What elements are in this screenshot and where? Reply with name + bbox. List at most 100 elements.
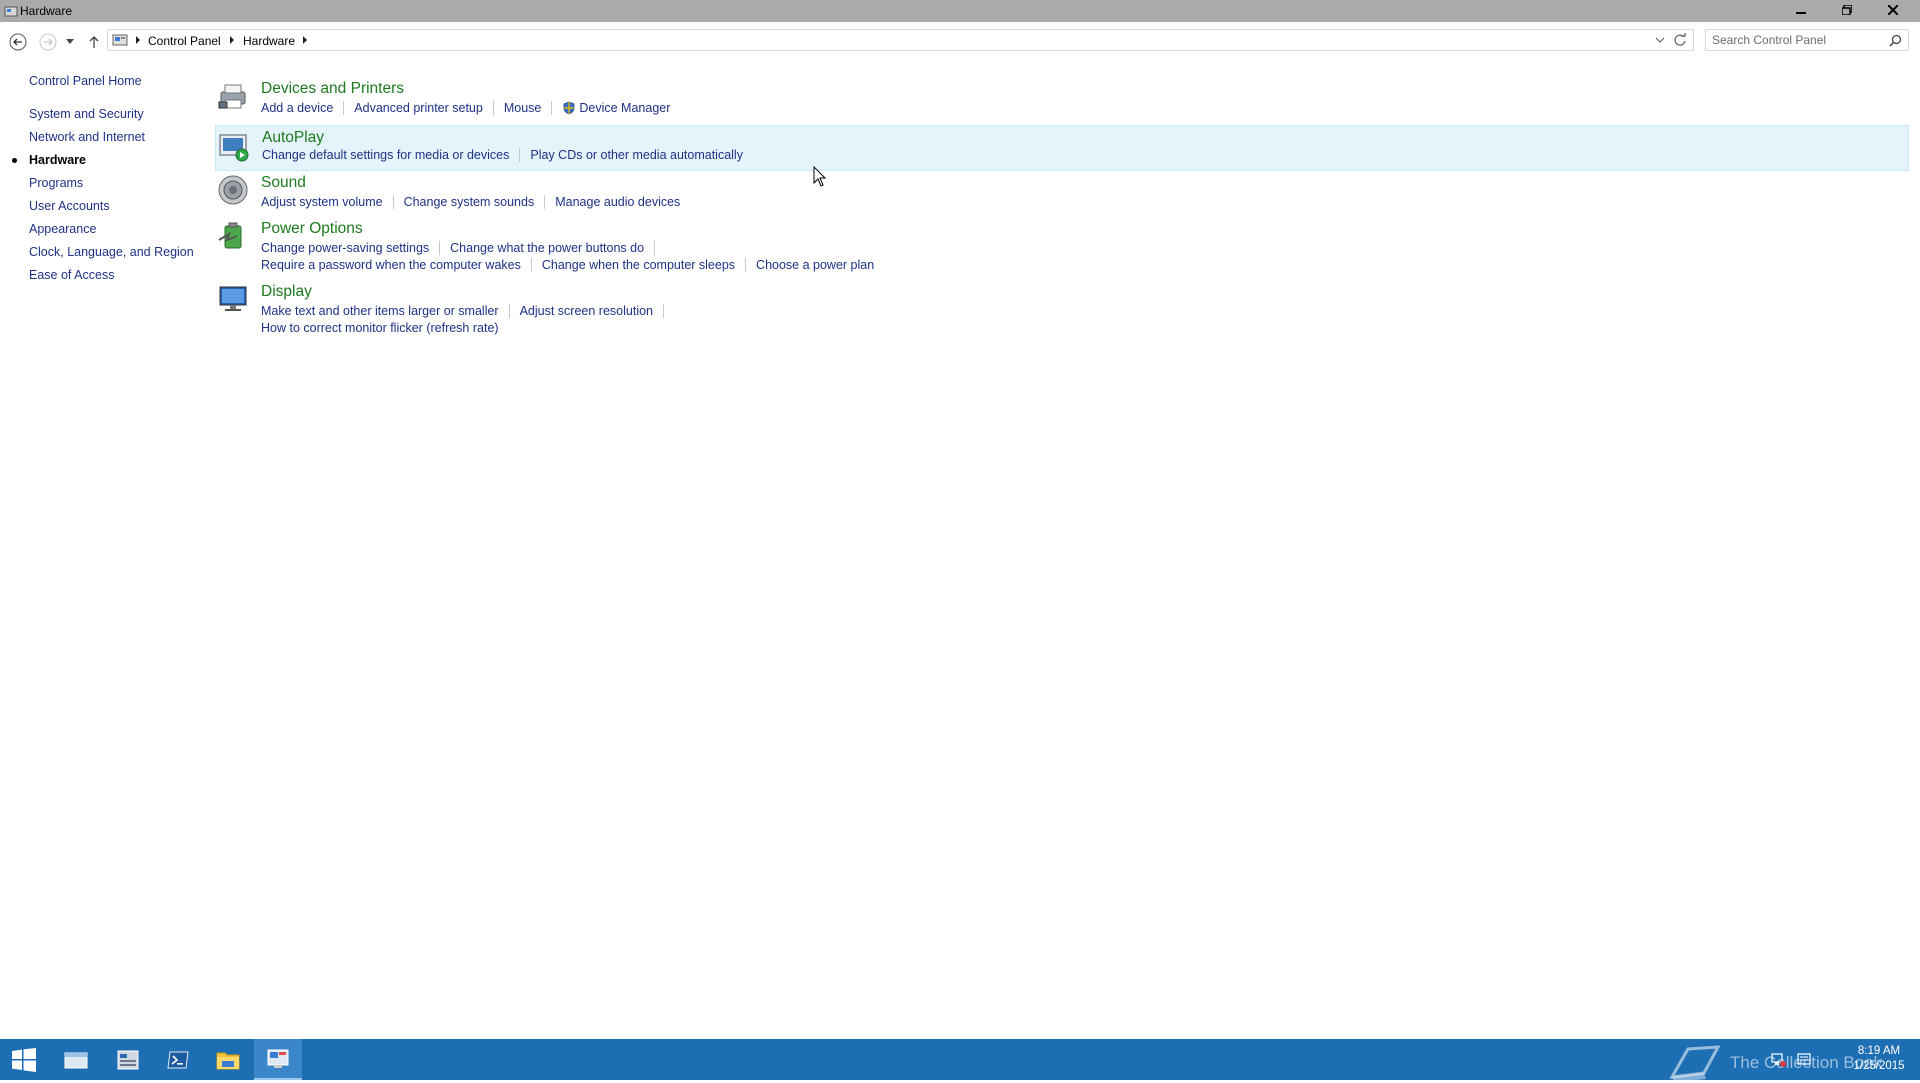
start-button[interactable]	[0, 1039, 48, 1080]
link-advanced-printer-setup[interactable]: Advanced printer setup	[354, 101, 483, 115]
restore-button[interactable]	[1824, 0, 1870, 20]
address-bar[interactable]: Control Panel Hardware	[107, 29, 1694, 51]
link-separator	[343, 101, 345, 115]
link-require-password-on-wake[interactable]: Require a password when the computer wak…	[261, 258, 521, 272]
link-separator	[439, 241, 441, 255]
link-play-cds-automatically[interactable]: Play CDs or other media automatically	[530, 148, 743, 162]
category-title-display[interactable]: Display	[261, 283, 312, 301]
sidebar-item-network-and-internet[interactable]: Network and Internet	[29, 130, 145, 144]
taskbar-server-manager[interactable]	[104, 1039, 152, 1080]
sidebar-item-clock-language-region[interactable]: Clock, Language, and Region	[29, 245, 194, 259]
folder-icon	[216, 1052, 240, 1069]
link-monitor-flicker[interactable]: How to correct monitor flicker (refresh …	[261, 321, 499, 335]
sidebar-item-hardware[interactable]: Hardware	[29, 153, 86, 167]
active-bullet-icon	[12, 158, 17, 163]
link-separator	[519, 148, 521, 162]
breadcrumb-arrow-icon[interactable]	[303, 36, 307, 44]
link-separator	[544, 195, 546, 209]
category-title-power-options[interactable]: Power Options	[261, 220, 363, 238]
link-separator	[492, 101, 494, 115]
sidebar-item-ease-of-access[interactable]: Ease of Access	[29, 268, 114, 282]
category-devices-and-printers: Devices and Printers Add a device Advanc…	[215, 78, 1909, 120]
system-clock[interactable]: 8:19 AM 1/25/2015	[1846, 1044, 1912, 1074]
link-device-manager[interactable]: Device Manager	[579, 101, 670, 115]
link-change-power-buttons[interactable]: Change what the power buttons do	[450, 241, 644, 255]
printer-icon	[218, 84, 246, 109]
clock-date: 1/25/2015	[1853, 1060, 1905, 1072]
search-icon[interactable]	[1889, 34, 1902, 47]
sidebar-item-programs[interactable]: Programs	[29, 176, 83, 190]
devices-and-printers-links: Add a device Advanced printer setup Mous…	[261, 101, 670, 115]
taskbar: The Collection Book 8:19 AM 1/25/2015	[0, 1039, 1920, 1082]
link-add-a-device[interactable]: Add a device	[261, 101, 333, 115]
powershell-icon	[167, 1051, 189, 1068]
sound-links: Adjust system volume Change system sound…	[261, 195, 680, 209]
forward-button[interactable]	[36, 30, 60, 54]
close-button[interactable]	[1870, 0, 1916, 20]
window-title: Hardware	[20, 4, 73, 18]
forward-arrow-icon	[39, 33, 57, 51]
action-center-icon[interactable]	[1796, 1051, 1812, 1067]
minimize-icon	[1796, 12, 1806, 14]
sidebar-item-appearance[interactable]: Appearance	[29, 222, 96, 236]
control-panel-icon	[267, 1049, 289, 1068]
category-power-options: Power Options Change power-saving settin…	[215, 218, 1909, 276]
up-arrow-icon	[89, 36, 99, 48]
close-icon	[1888, 5, 1898, 15]
address-dropdown-icon[interactable]	[1655, 35, 1665, 45]
link-separator	[392, 195, 394, 209]
monitor-icon	[219, 286, 247, 311]
control-panel-home-link[interactable]: Control Panel Home	[29, 74, 142, 88]
battery-icon	[218, 222, 242, 249]
category-title-devices-and-printers[interactable]: Devices and Printers	[261, 80, 404, 98]
book-logo-icon	[1669, 1045, 1721, 1082]
title-bar: Hardware	[0, 0, 1920, 22]
display-links-row-1: Make text and other items larger or smal…	[261, 304, 674, 318]
link-change-system-sounds[interactable]: Change system sounds	[404, 195, 535, 209]
mouse-cursor-icon	[813, 166, 827, 187]
link-adjust-screen-resolution[interactable]: Adjust screen resolution	[520, 304, 653, 318]
up-button[interactable]	[82, 30, 106, 54]
breadcrumb-arrow-icon[interactable]	[230, 36, 234, 44]
search-box[interactable]	[1705, 29, 1909, 51]
link-change-power-saving-settings[interactable]: Change power-saving settings	[261, 241, 429, 255]
sidebar-item-system-and-security[interactable]: System and Security	[29, 107, 144, 121]
display-links-row-2: How to correct monitor flicker (refresh …	[261, 321, 499, 335]
back-button[interactable]	[6, 30, 30, 54]
taskbar-control-panel[interactable]	[254, 1039, 302, 1080]
link-separator	[530, 258, 532, 272]
link-separator	[551, 101, 553, 115]
link-separator	[654, 241, 656, 255]
breadcrumb-control-panel[interactable]: Control Panel	[148, 34, 221, 48]
taskbar-task-view[interactable]	[52, 1039, 100, 1080]
breadcrumb-arrow-icon[interactable]	[136, 36, 140, 44]
link-choose-power-plan[interactable]: Choose a power plan	[756, 258, 874, 272]
server-manager-icon	[117, 1050, 139, 1069]
refresh-icon[interactable]	[1673, 33, 1687, 47]
category-autoplay[interactable]: AutoPlay Change default settings for med…	[215, 125, 1909, 171]
power-options-links-row-2: Require a password when the computer wak…	[261, 258, 874, 272]
link-mouse[interactable]: Mouse	[504, 101, 542, 115]
uac-shield-icon	[563, 101, 575, 115]
minimize-button[interactable]	[1778, 0, 1824, 20]
link-change-when-computer-sleeps[interactable]: Change when the computer sleeps	[542, 258, 735, 272]
sidebar-item-user-accounts[interactable]: User Accounts	[29, 199, 110, 213]
link-make-text-larger[interactable]: Make text and other items larger or smal…	[261, 304, 499, 318]
network-icon[interactable]	[1770, 1051, 1786, 1067]
taskbar-powershell[interactable]	[154, 1039, 202, 1080]
control-panel-icon	[4, 6, 18, 17]
taskbar-file-explorer[interactable]	[204, 1039, 252, 1080]
restore-icon	[1842, 5, 1852, 15]
control-panel-icon	[112, 34, 128, 46]
category-title-autoplay[interactable]: AutoPlay	[262, 129, 324, 147]
link-adjust-system-volume[interactable]: Adjust system volume	[261, 195, 383, 209]
link-separator	[508, 304, 510, 318]
link-manage-audio-devices[interactable]: Manage audio devices	[555, 195, 680, 209]
category-title-sound[interactable]: Sound	[261, 174, 306, 192]
chevron-down-icon	[66, 39, 74, 44]
speaker-icon	[218, 175, 248, 205]
recent-locations-button[interactable]	[62, 30, 78, 54]
search-input[interactable]	[1712, 32, 1882, 48]
link-change-default-media-settings[interactable]: Change default settings for media or dev…	[262, 148, 509, 162]
breadcrumb-hardware[interactable]: Hardware	[243, 34, 295, 48]
